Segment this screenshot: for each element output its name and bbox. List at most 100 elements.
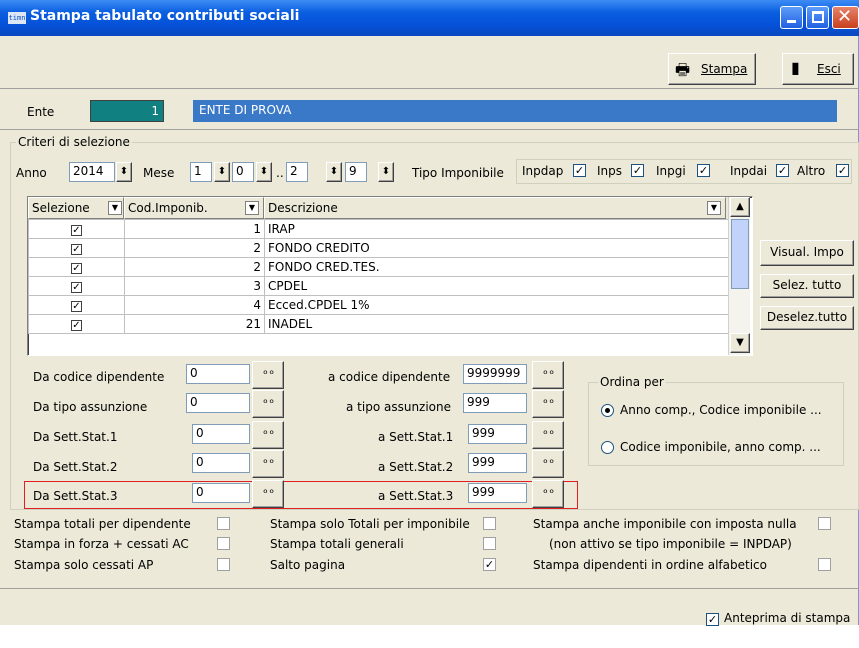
opt-anche-nulla-check[interactable] xyxy=(818,517,831,530)
opt-totali-dip-check[interactable] xyxy=(217,517,230,530)
mese-to2-field[interactable]: 9 xyxy=(345,162,367,182)
minimize-button[interactable] xyxy=(780,6,803,29)
range-separator: .. xyxy=(276,166,284,180)
lookup-binoculars-icon[interactable]: ᵒᵒ xyxy=(532,480,564,508)
ordina-option1-radio[interactable] xyxy=(601,404,614,417)
opt-solo-cessati-check[interactable] xyxy=(217,558,230,571)
lookup-binoculars-icon[interactable]: ᵒᵒ xyxy=(532,450,564,478)
opt-totali-dip-label: Stampa totali per dipendente xyxy=(14,517,191,531)
mese-to-field[interactable]: 2 xyxy=(286,162,308,182)
esci-button[interactable]: ▮ Esci xyxy=(782,53,854,85)
table-row[interactable]: ✓ 4 Ecced.CPDEL 1% xyxy=(28,295,729,315)
row-select-checkbox[interactable]: ✓ xyxy=(71,225,82,236)
a-codice-dip-field[interactable]: 9999999 xyxy=(463,364,527,384)
mese-to-spinner[interactable]: ⬍ xyxy=(326,162,342,182)
close-button[interactable]: ✕ xyxy=(832,6,859,29)
mese-from-spinner[interactable]: ⬍ xyxy=(214,162,230,182)
anno-spinner[interactable]: ⬍ xyxy=(116,162,132,182)
lookup-binoculars-icon[interactable]: ᵒᵒ xyxy=(532,361,564,389)
opt-ordine-alfabetico-check[interactable] xyxy=(818,558,831,571)
mese-from2-spinner[interactable]: ⬍ xyxy=(256,162,272,182)
anteprima-check[interactable]: ✓ xyxy=(706,613,719,626)
a-tipo-ass-field[interactable]: 999 xyxy=(463,393,527,413)
chevron-down-icon[interactable]: ▼ xyxy=(707,201,721,215)
table-row[interactable]: ✓ 1 IRAP xyxy=(28,219,729,239)
a-sett2-label: a Sett.Stat.2 xyxy=(378,460,454,474)
maximize-icon xyxy=(812,11,824,23)
grid-header-codice[interactable]: Cod.Imponib. ▼ xyxy=(124,197,264,219)
opt-salto-pagina-check[interactable]: ✓ xyxy=(483,558,496,571)
selez-tutto-button[interactable]: Selez. tutto xyxy=(760,274,854,298)
a-sett1-field[interactable]: 999 xyxy=(468,424,527,444)
grid-header-descrizione[interactable]: Descrizione ▼ xyxy=(264,197,726,219)
table-row[interactable]: ✓ 2 FONDO CREDITO xyxy=(28,238,729,258)
anteprima-label: Anteprima di stampa xyxy=(724,611,851,625)
da-sett3-field[interactable]: 0 xyxy=(192,483,250,503)
type-check-inps[interactable]: ✓ xyxy=(631,164,644,177)
stampa-label: Stampa xyxy=(701,62,748,76)
row-select-checkbox[interactable]: ✓ xyxy=(71,263,82,274)
footer-bar: ✓ Anteprima di stampa xyxy=(0,588,859,626)
row-select-cell[interactable]: ✓ xyxy=(28,238,125,258)
grid-header-selezione[interactable]: Selezione ▼ xyxy=(28,197,124,219)
a-sett2-field[interactable]: 999 xyxy=(468,453,527,473)
opt-forza-cessati-check[interactable] xyxy=(217,537,230,550)
type-check-inpdap[interactable]: ✓ xyxy=(573,164,586,177)
opt-totali-generali-label: Stampa totali generali xyxy=(270,537,404,551)
table-row[interactable]: ✓ 21 INADEL xyxy=(28,314,729,334)
criteri-group-label: Criteri di selezione xyxy=(16,135,132,149)
anno-field[interactable]: 2014 xyxy=(69,162,115,182)
table-row[interactable]: ✓ 3 CPDEL xyxy=(28,276,729,296)
mese-label: Mese xyxy=(143,166,175,180)
a-sett3-field[interactable]: 999 xyxy=(468,483,527,503)
type-label-inps: Inps xyxy=(597,164,623,178)
table-row[interactable]: ✓ 2 FONDO CRED.TES. xyxy=(28,257,729,277)
opt-solo-totali-imp-check[interactable] xyxy=(483,517,496,530)
visual-impo-button[interactable]: Visual. Impo xyxy=(760,240,854,266)
mese-to2-spinner[interactable]: ⬍ xyxy=(378,162,394,182)
scroll-down-icon[interactable]: ▼ xyxy=(730,333,750,353)
row-select-cell[interactable]: ✓ xyxy=(28,314,125,334)
row-select-cell[interactable]: ✓ xyxy=(28,257,125,277)
stampa-button[interactable]: 🖶 Stampa xyxy=(668,53,756,85)
lookup-binoculars-icon[interactable]: ᵒᵒ xyxy=(252,361,284,389)
maximize-button[interactable] xyxy=(806,6,829,29)
row-select-cell[interactable]: ✓ xyxy=(28,219,125,239)
type-check-inpdai[interactable]: ✓ xyxy=(776,164,789,177)
type-check-inpgi[interactable]: ✓ xyxy=(697,164,710,177)
lookup-binoculars-icon[interactable]: ᵒᵒ xyxy=(252,390,284,418)
row-select-checkbox[interactable]: ✓ xyxy=(71,320,82,331)
row-select-cell[interactable]: ✓ xyxy=(28,295,125,315)
scroll-thumb[interactable] xyxy=(731,219,749,289)
toolbar: 🖶 Stampa ▮ Esci xyxy=(0,36,859,89)
mese-from2-field[interactable]: 0 xyxy=(232,162,254,182)
row-select-cell[interactable]: ✓ xyxy=(28,276,125,296)
opt-totali-generali-check[interactable] xyxy=(483,537,496,550)
da-sett2-field[interactable]: 0 xyxy=(192,453,250,473)
row-select-checkbox[interactable]: ✓ xyxy=(71,301,82,312)
row-select-checkbox[interactable]: ✓ xyxy=(71,282,82,293)
grid-scrollbar[interactable]: ▲ ▼ xyxy=(728,197,750,355)
lookup-binoculars-icon[interactable]: ᵒᵒ xyxy=(252,480,284,508)
lookup-binoculars-icon[interactable]: ᵒᵒ xyxy=(252,450,284,478)
row-select-checkbox[interactable]: ✓ xyxy=(71,244,82,255)
lookup-binoculars-icon[interactable]: ᵒᵒ xyxy=(532,421,564,449)
opt-solo-cessati-label: Stampa solo cessati AP xyxy=(14,558,154,572)
ordina-option2-radio[interactable] xyxy=(601,441,614,454)
chevron-down-icon[interactable]: ▼ xyxy=(245,201,259,215)
opt-ordine-alfabetico-label: Stampa dipendenti in ordine alfabetico xyxy=(533,558,767,572)
grid-header-descrizione-label: Descrizione xyxy=(268,201,338,215)
deselez-tutto-button[interactable]: Deselez.tutto xyxy=(760,306,854,330)
scroll-up-icon[interactable]: ▲ xyxy=(730,197,750,217)
da-sett1-field[interactable]: 0 xyxy=(192,424,250,444)
chevron-down-icon[interactable]: ▼ xyxy=(108,201,122,215)
da-codice-dip-field[interactable]: 0 xyxy=(186,364,250,384)
title-bar[interactable]: timn Stampa tabulato contributi sociali … xyxy=(0,0,859,36)
mese-from-field[interactable]: 1 xyxy=(190,162,212,182)
da-tipo-ass-field[interactable]: 0 xyxy=(186,393,250,413)
type-check-altro[interactable]: ✓ xyxy=(836,164,849,177)
da-sett1-label: Da Sett.Stat.1 xyxy=(33,430,118,444)
lookup-binoculars-icon[interactable]: ᵒᵒ xyxy=(532,390,564,418)
ente-code-field[interactable]: 1 xyxy=(90,100,164,122)
lookup-binoculars-icon[interactable]: ᵒᵒ xyxy=(252,421,284,449)
